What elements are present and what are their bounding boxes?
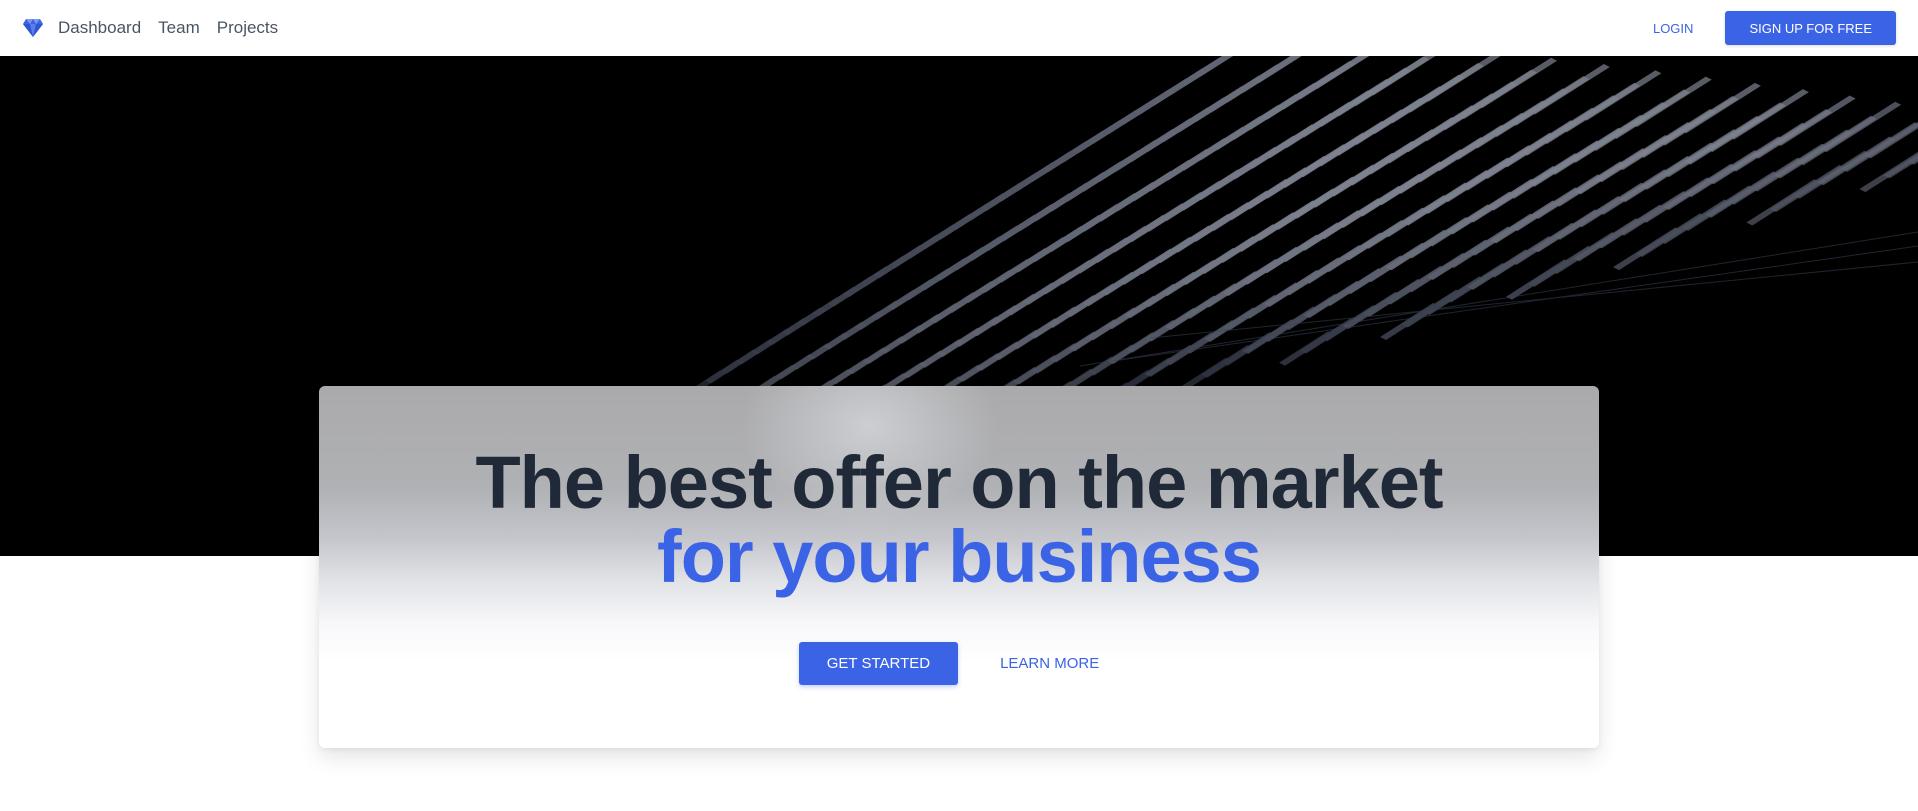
hero-headline: The best offer on the market for your bu… <box>319 446 1599 594</box>
nav-link-projects[interactable]: Projects <box>217 18 278 38</box>
signup-button[interactable]: SIGN UP FOR FREE <box>1725 11 1896 45</box>
hero-card: The best offer on the market for your bu… <box>319 386 1599 748</box>
get-started-button[interactable]: GET STARTED <box>798 642 959 685</box>
learn-more-button[interactable]: LEARN MORE <box>980 642 1119 685</box>
nav-link-team[interactable]: Team <box>158 18 200 38</box>
login-button[interactable]: LOGIN <box>1637 11 1709 46</box>
hero-actions: GET STARTED LEARN MORE <box>319 642 1599 685</box>
headline-line-1: The best offer on the market <box>475 441 1443 524</box>
top-navbar: Dashboard Team Projects LOGIN SIGN UP FO… <box>0 0 1918 56</box>
headline-line-2: for your business <box>657 515 1262 598</box>
nav-link-dashboard[interactable]: Dashboard <box>58 18 141 38</box>
diamond-icon[interactable] <box>22 17 44 39</box>
